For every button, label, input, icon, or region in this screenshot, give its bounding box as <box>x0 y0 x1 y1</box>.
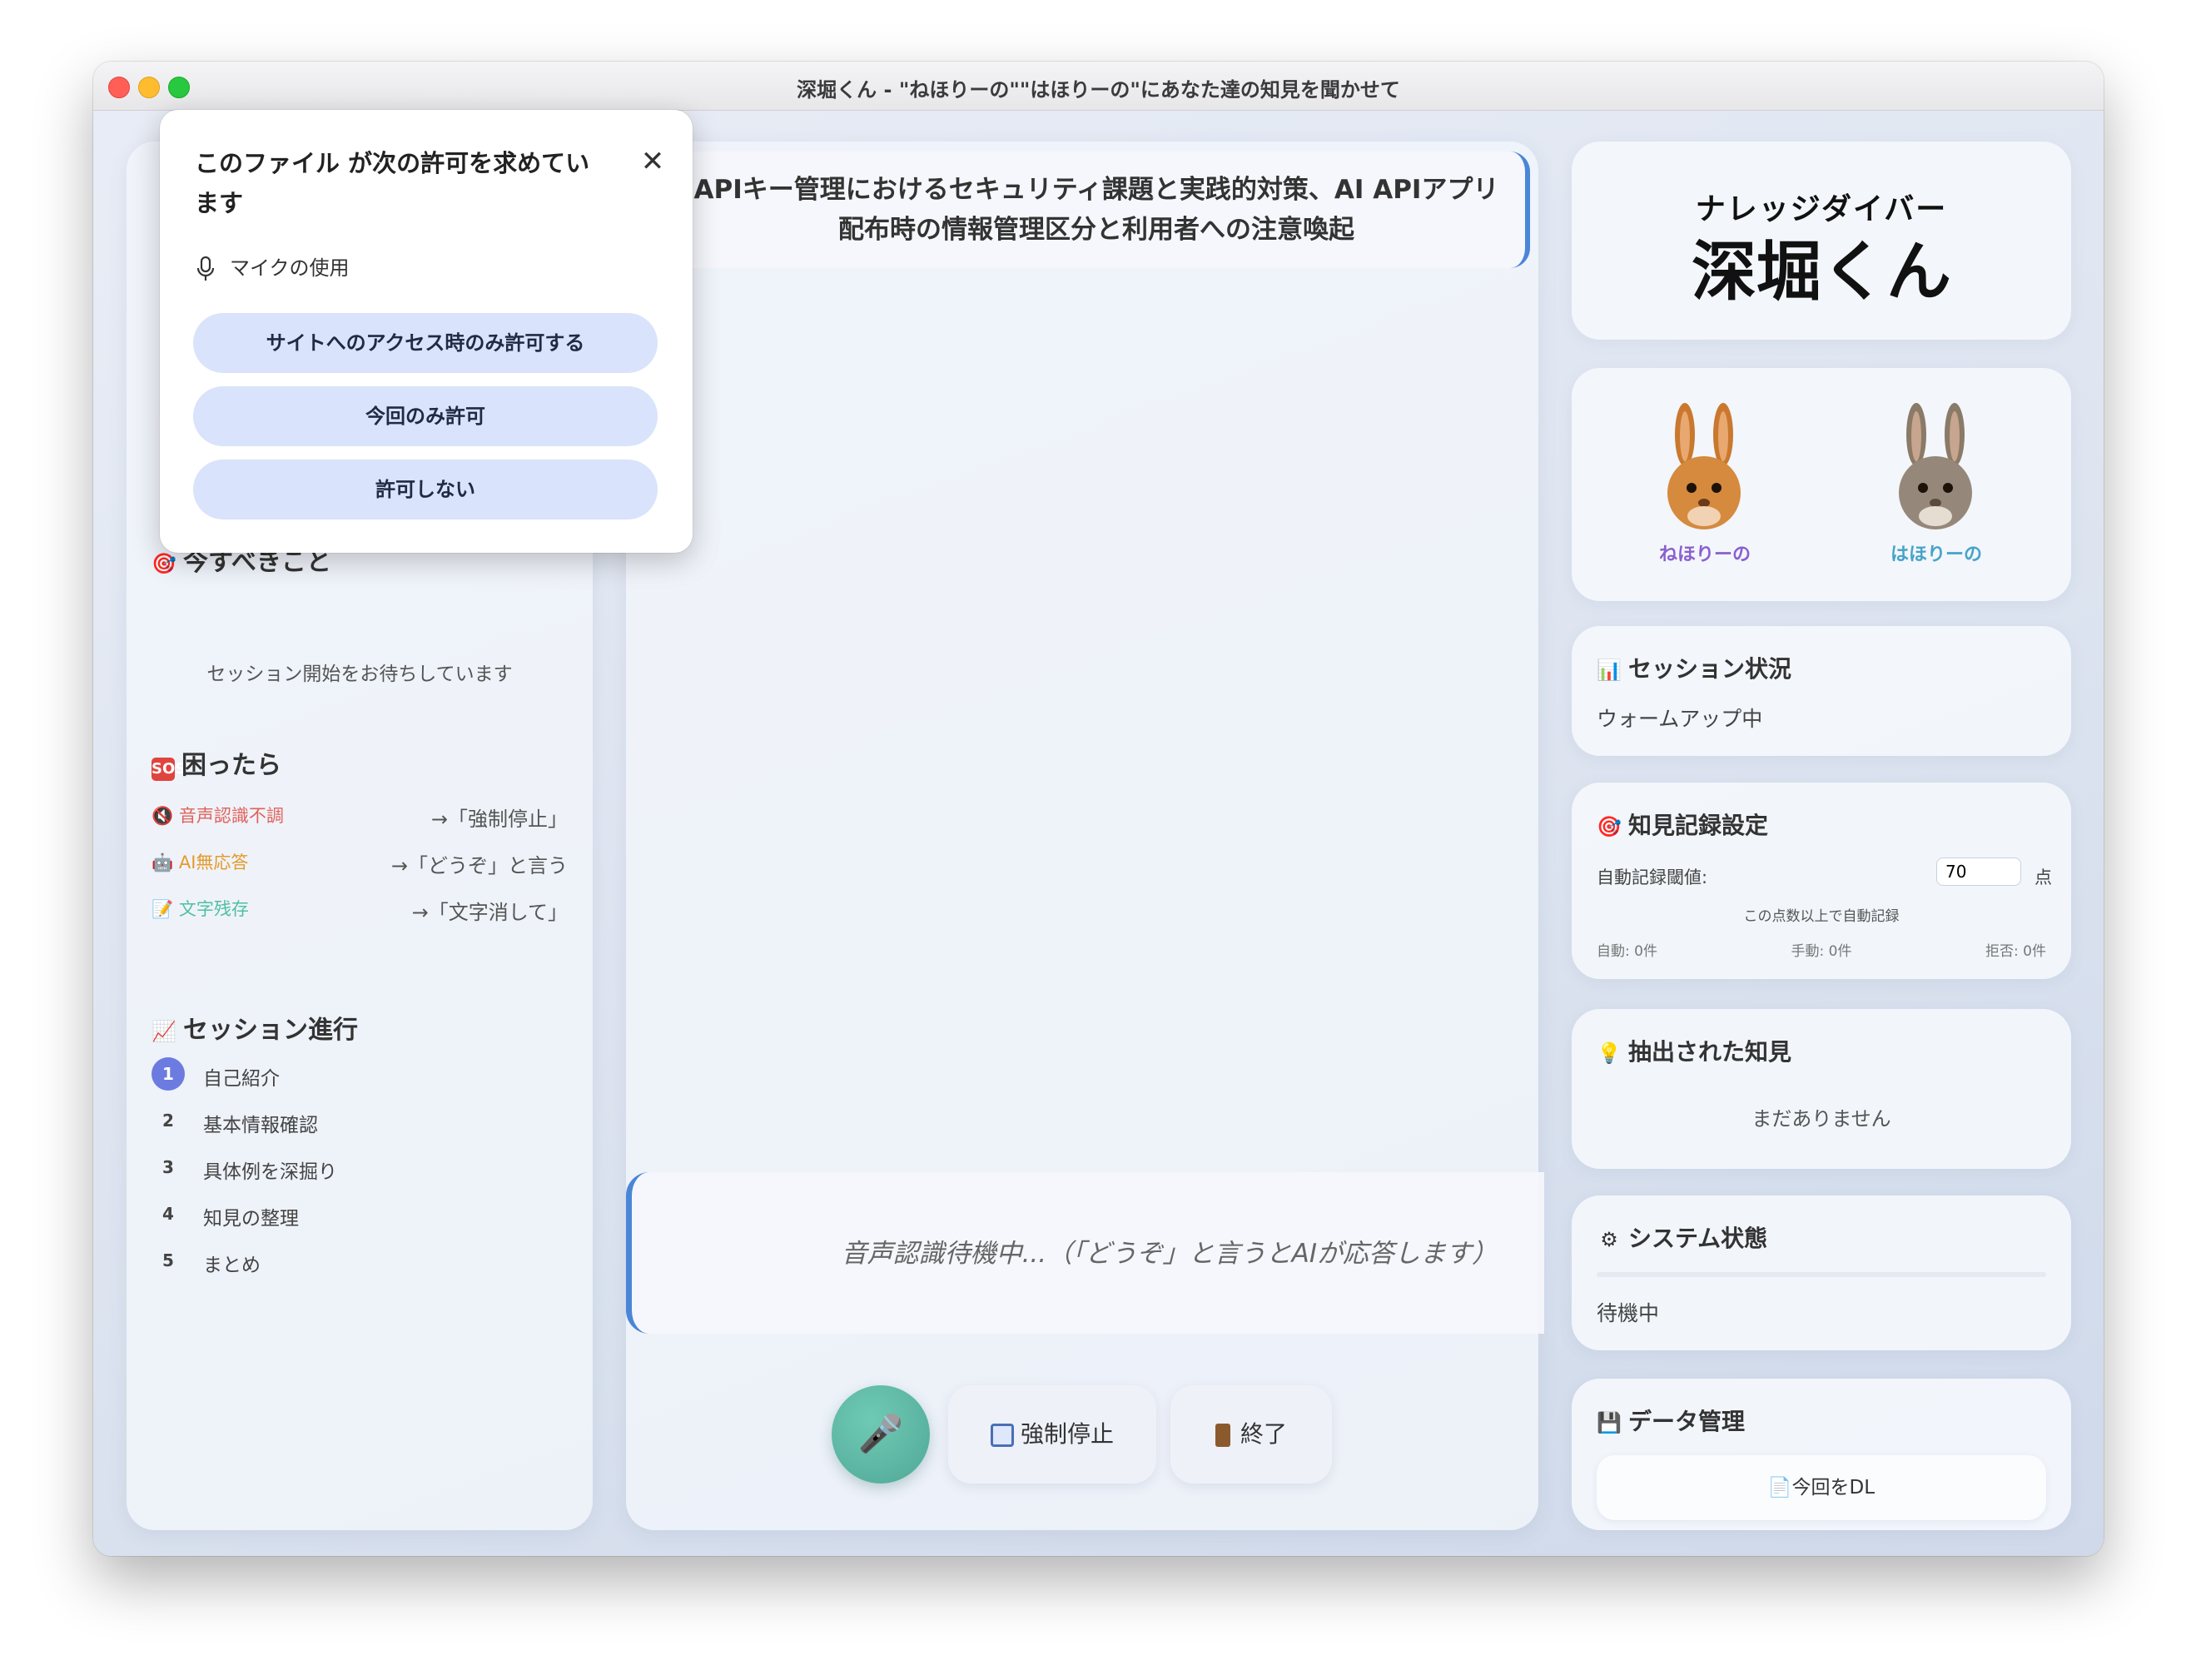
target-icon: 🎯 <box>152 552 176 575</box>
deny-button[interactable]: 許可しない <box>193 460 658 519</box>
floppy-icon: 💾 <box>1597 1411 1622 1434</box>
door-icon <box>1215 1424 1230 1447</box>
permission-popup: このファイル が次の許可を求めています ✕ マイクの使用 サイトへのアクセス時の… <box>160 110 693 553</box>
help-item-ai: 🤖 AI無応答 →「どうぞ」と言う <box>152 852 568 877</box>
session-status-value: ウォームアップ中 <box>1597 707 1763 731</box>
target-icon: 🎯 <box>1597 815 1622 838</box>
allow-on-visit-button[interactable]: サイトへのアクセス時のみ許可する <box>193 313 658 373</box>
force-stop-button[interactable]: 強制停止 <box>948 1385 1156 1484</box>
title-bar: 深堀くん - "ねほりーの""はほりーの"にあなた達の知見を聞かせて <box>93 62 2104 111</box>
help-item-text: 📝 文字残存 →「文字消して」 <box>152 899 568 924</box>
system-status-bar <box>1597 1272 2046 1277</box>
insights-empty: まだありません <box>1751 1107 1891 1131</box>
topic-title: APIキー管理におけるセキュリティ課題と実践的対策、AI APIアプリ配布時の情… <box>693 175 1499 245</box>
help-item-speech: 🔇 音声認識不調 →「強制停止」 <box>152 806 568 831</box>
window-title: 深堀くん - "ねほりーの""はほりーの"にあなた達の知見を聞かせて <box>797 78 1400 102</box>
microphone-icon: 🎤 <box>857 1413 904 1455</box>
lightbulb-icon: 💡 <box>1597 1041 1622 1065</box>
transcript-box: 音声認識待機中...（「どうぞ」と言うとAIが応答します） <box>626 1172 1544 1334</box>
record-settings-heading: 🎯 知見記録設定 <box>1597 812 1769 839</box>
robot-icon: 🤖 <box>152 852 174 872</box>
mic-button[interactable]: 🎤 <box>832 1385 930 1484</box>
close-icon[interactable]: ✕ <box>634 143 671 180</box>
threshold-hint: この点数以上で自動記録 <box>1743 908 1900 925</box>
rejected-count: 拒否: 0件 <box>1985 943 2046 960</box>
system-status-value: 待機中 <box>1597 1301 1660 1325</box>
stop-icon <box>990 1424 1014 1447</box>
logo-card: ナレッジダイバー 深堀くん <box>1572 142 2071 340</box>
end-button[interactable]: 終了 <box>1170 1385 1332 1484</box>
record-settings-card: 🎯知見記録設定 自動記録閾値: 点 この点数以上で自動記録 自動: 0件 手動:… <box>1572 783 2071 979</box>
threshold-label: 自動記録閾値: <box>1597 867 1708 887</box>
logo-title: 深堀くん <box>1691 235 1951 310</box>
session-status-card: 📊 セッション状況 ウォームアップ中 <box>1572 626 2071 756</box>
permission-title: このファイル が次の許可を求めています <box>195 149 590 217</box>
hahorino-avatar <box>1899 403 1972 529</box>
hahorino-label: はほりーの <box>1890 544 1982 565</box>
system-status-heading: ⚙ システム状態 <box>1597 1220 1767 1254</box>
topic-banner: APIキー管理におけるセキュリティ課題と実践的対策、AI APIアプリ配布時の情… <box>659 152 1530 268</box>
insights-card: 💡 抽出された知見 まだありません <box>1572 1009 2071 1169</box>
center-panel: APIキー管理におけるセキュリティ課題と実践的対策、AI APIアプリ配布時の情… <box>626 142 1544 1530</box>
memo-icon: 📝 <box>152 899 174 919</box>
document-icon: 📄 <box>1767 1477 1792 1499</box>
nehorino-label: ねほりーの <box>1658 544 1751 565</box>
sos-icon: SOS <box>152 758 186 781</box>
progress-heading: 📈 セッション進行 <box>152 1016 358 1045</box>
help-heading: SOS困ったら <box>152 751 281 781</box>
nehorino-avatar <box>1667 403 1741 529</box>
insights-heading: 💡 抽出された知見 <box>1597 1038 1792 1066</box>
mute-icon: 🔇 <box>152 806 174 826</box>
data-management-heading: 💾 データ管理 <box>1597 1408 1746 1435</box>
allow-once-button[interactable]: 今回のみ許可 <box>193 386 658 446</box>
download-button[interactable]: 📄今回をDL <box>1597 1455 2046 1520</box>
transcript-placeholder: 音声認識待機中...（「どうぞ」と言うとAIが応答します） <box>841 1239 1498 1269</box>
bar-chart-icon: 📊 <box>1597 659 1622 682</box>
microphone-icon <box>196 256 215 281</box>
todo-message: セッション開始をお待ちしています <box>206 664 513 685</box>
right-panel: ナレッジダイバー 深堀くん ねほりーの はほりーの 📊 セッション状況 ウォーム… <box>1572 142 2071 1530</box>
permission-item: マイクの使用 <box>196 251 350 281</box>
session-status-heading: 📊 セッション状況 <box>1597 655 1792 683</box>
threshold-unit: 点 <box>2035 867 2052 887</box>
data-management-card: 💾 データ管理 📄今回をDL <box>1572 1379 2071 1530</box>
system-status-card: ⚙ システム状態 待機中 <box>1572 1195 2071 1350</box>
chart-up-icon: 📈 <box>152 1020 176 1043</box>
threshold-input[interactable] <box>1936 857 2021 886</box>
gear-icon: ⚙ <box>1600 1228 1618 1251</box>
characters-card: ねほりーの はほりーの <box>1572 368 2071 601</box>
